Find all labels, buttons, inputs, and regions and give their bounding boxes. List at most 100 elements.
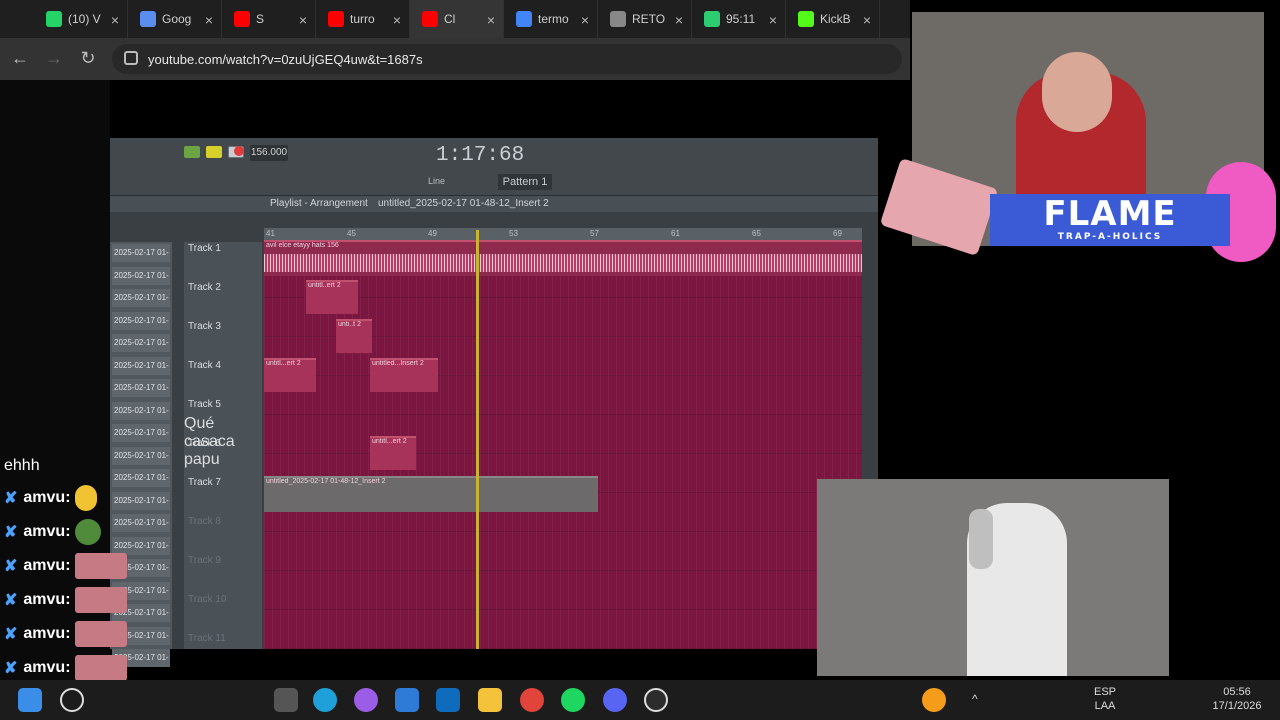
playlist-grid[interactable]: avil elce etayy hats 156 untitl..ert 2 u… <box>264 240 862 649</box>
tab-label: Cl <box>444 12 456 26</box>
record-icon[interactable] <box>234 146 244 156</box>
browser-file-item[interactable]: 2025-02-17 01- <box>112 266 170 285</box>
ruler-mark: 49 <box>428 229 437 238</box>
tempo-display[interactable]: 156.000 <box>250 145 288 161</box>
browser-file-item[interactable]: 2025-02-17 01- <box>112 311 170 330</box>
chat-message: ✘ amvu: <box>4 655 127 681</box>
spotify-icon[interactable] <box>561 688 585 712</box>
close-tab-icon[interactable]: × <box>675 12 683 28</box>
track-header[interactable]: Track 5 <box>188 399 221 410</box>
url-bar[interactable]: youtube.com/watch?v=0zuUjGEQ4uw&t=1687s <box>112 44 902 74</box>
clip-track4a[interactable]: untitl...ert 2 <box>264 358 316 392</box>
browser-tab[interactable]: S × <box>222 0 316 38</box>
browser-file-item[interactable]: 2025-02-17 01- <box>112 289 170 307</box>
site-info-icon[interactable] <box>124 51 138 65</box>
browser-tab[interactable]: RETO × <box>598 0 692 38</box>
chat-message: ✘ amvu: <box>4 553 127 579</box>
close-tab-icon[interactable]: × <box>299 12 307 28</box>
close-tab-icon[interactable]: × <box>487 12 495 28</box>
clip-track3[interactable]: unti..t 2 <box>336 319 372 353</box>
explorer-icon[interactable] <box>478 688 502 712</box>
track-header[interactable]: Track 11 <box>188 633 226 644</box>
windows-taskbar: ^ ESP LAA 05:56 17/1/2026 <box>0 680 1280 720</box>
emote-icon <box>74 485 97 511</box>
browser-tab[interactable]: (10) V × <box>34 0 128 38</box>
chat-text: ehhh <box>4 457 40 474</box>
forward-icon[interactable]: → <box>38 48 70 69</box>
clip-track7[interactable]: untitled_2025-02-17 01-48-12_Insert 2 <box>264 476 598 512</box>
browser-tab[interactable]: Goog × <box>128 0 222 38</box>
clip-label: untitl...ert 2 <box>372 438 407 445</box>
ruler-mark: 65 <box>752 229 761 238</box>
clip-track4b[interactable]: untitled...Insert 2 <box>370 358 438 392</box>
song-time-display: 1:17:68 <box>436 144 525 167</box>
search-icon[interactable] <box>60 688 84 712</box>
browser-tab[interactable]: 95:11 × <box>692 0 786 38</box>
badge-icon: ✘ <box>4 524 18 541</box>
browser-tab[interactable]: KickB × <box>786 0 880 38</box>
browser-tab[interactable]: termo × <box>504 0 598 38</box>
close-tab-icon[interactable]: × <box>769 12 777 28</box>
copilot-icon[interactable] <box>354 688 378 712</box>
playlist-header: Playlist - Arrangement untitled_2025-02-… <box>110 196 878 212</box>
tray-chevron-icon[interactable]: ^ <box>972 692 978 706</box>
kick-icon <box>798 11 814 27</box>
close-tab-icon[interactable]: × <box>863 12 871 28</box>
reload-icon[interactable]: ↻ <box>72 48 104 69</box>
edge-icon[interactable] <box>313 688 337 712</box>
track-header[interactable]: Track 8 <box>188 516 221 527</box>
tab-label: termo <box>538 12 569 26</box>
browser-tab[interactable]: turro × <box>316 0 410 38</box>
tab-label: RETO <box>632 12 666 26</box>
badge-icon: ✘ <box>4 490 18 507</box>
browser-file-item[interactable]: 2025-02-17 01- <box>112 244 170 262</box>
track-header[interactable]: Track 1 <box>188 243 221 254</box>
browser-file-item[interactable]: 2025-02-17 01- <box>112 379 170 397</box>
pause-icon[interactable] <box>206 146 222 158</box>
track-header[interactable]: Track 2 <box>188 282 221 293</box>
browser-tab[interactable]: Cl × <box>410 0 504 38</box>
timeline-ruler[interactable]: 41 45 49 53 57 61 65 69 <box>264 228 862 240</box>
tab-label: (10) V <box>68 12 101 26</box>
start-icon[interactable] <box>18 688 42 712</box>
track-header[interactable]: Track 4 <box>188 360 221 371</box>
close-tab-icon[interactable]: × <box>111 12 119 28</box>
playhead[interactable] <box>476 230 479 649</box>
audio-clip-track1[interactable]: avil elce etayy hats 156 <box>264 240 862 276</box>
browser-file-item[interactable]: 2025-02-17 01- <box>112 401 170 420</box>
close-tab-icon[interactable]: × <box>393 12 401 28</box>
clip-track2[interactable]: untitl..ert 2 <box>306 280 358 314</box>
track-header[interactable]: Track 7 <box>188 477 221 488</box>
chat-overlay: Qué casaca papu ehhh ✘ amvu: ✘ amvu: ✘ amvu: ✘… <box>0 415 235 720</box>
emote-icon <box>74 587 127 613</box>
play-icon[interactable] <box>184 146 200 158</box>
track-header[interactable]: Track 10 <box>188 594 227 605</box>
discord-icon[interactable] <box>603 688 627 712</box>
store-icon[interactable] <box>395 688 419 712</box>
language-indicator[interactable]: ESP LAA <box>1092 685 1118 713</box>
chrome-icon[interactable] <box>520 688 544 712</box>
task-view-icon[interactable] <box>274 688 298 712</box>
track-header[interactable]: Track 9 <box>188 555 221 566</box>
clip-label: untitled...Insert 2 <box>372 360 424 367</box>
browser-file-item[interactable]: 2025-02-17 01- <box>112 356 170 375</box>
back-icon[interactable]: ← <box>4 48 36 69</box>
obs-icon[interactable] <box>644 688 668 712</box>
close-tab-icon[interactable]: × <box>581 12 589 28</box>
sheet-icon <box>610 11 626 27</box>
emote-icon <box>74 553 127 579</box>
notification-icon[interactable] <box>922 688 946 712</box>
browser-file-item[interactable]: 2025-02-17 01- <box>112 334 170 352</box>
outlook-icon[interactable] <box>436 688 460 712</box>
playlist-file: untitled_2025-02-17 01-48-12_Insert 2 <box>378 198 549 209</box>
tab-label: S <box>256 12 265 26</box>
track-header[interactable]: Track 3 <box>188 321 221 332</box>
clip-track6[interactable]: untitl...ert 2 <box>370 436 416 470</box>
mode-label[interactable]: Line <box>428 176 445 186</box>
clock[interactable]: 05:56 17/1/2026 <box>1204 685 1270 713</box>
pattern-selector[interactable]: Pattern 1 <box>498 174 552 190</box>
clip-label: untitl..ert 2 <box>308 282 341 289</box>
ruler-mark: 53 <box>509 229 518 238</box>
clock-date: 17/1/2026 <box>1212 700 1262 712</box>
close-tab-icon[interactable]: × <box>205 12 213 28</box>
